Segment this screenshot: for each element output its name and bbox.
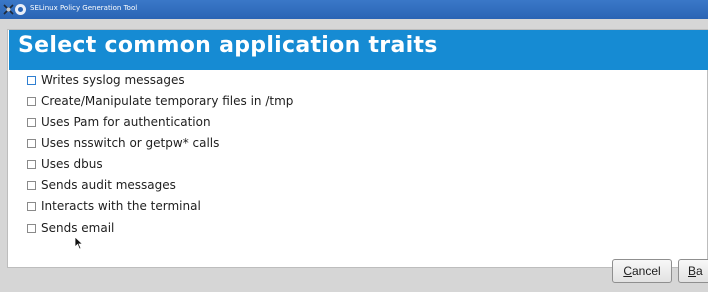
checkbox[interactable] — [27, 75, 36, 85]
trait-label: Create/Manipulate temporary files in /tm… — [41, 94, 294, 108]
checkbox[interactable] — [27, 138, 36, 148]
trait-audit-messages[interactable]: Sends audit messages — [27, 177, 176, 193]
window-title: SELinux Policy Generation Tool — [30, 4, 138, 12]
page-header: Select common application traits — [9, 30, 708, 70]
trait-terminal[interactable]: Interacts with the terminal — [27, 198, 201, 214]
checkbox[interactable] — [27, 96, 36, 106]
trait-temp-files[interactable]: Create/Manipulate temporary files in /tm… — [27, 93, 293, 109]
checkbox[interactable] — [27, 180, 36, 190]
trait-label: Sends email — [41, 221, 115, 235]
title-bar: SELinux Policy Generation Tool — [0, 0, 708, 19]
app-icon — [15, 4, 26, 15]
checkbox[interactable] — [27, 159, 36, 169]
trait-label: Sends audit messages — [41, 178, 176, 192]
back-button-label: Ba — [688, 264, 703, 278]
mouse-pointer-icon — [74, 236, 84, 250]
page-title: Select common application traits — [18, 33, 438, 58]
trait-label: Uses dbus — [41, 157, 103, 171]
trait-writes-syslog[interactable]: Writes syslog messages — [27, 72, 185, 88]
window-frame: Select common application traits Writes … — [0, 19, 708, 292]
trait-uses-pam[interactable]: Uses Pam for authentication — [27, 114, 211, 130]
trait-nsswitch[interactable]: Uses nsswitch or getpw* calls — [27, 135, 219, 151]
trait-uses-dbus[interactable]: Uses dbus — [27, 156, 103, 172]
trait-label: Writes syslog messages — [41, 73, 185, 87]
back-button[interactable]: Ba — [678, 259, 708, 283]
trait-label: Uses nsswitch or getpw* calls — [41, 136, 220, 150]
checkbox[interactable] — [27, 201, 36, 211]
trait-label: Uses Pam for authentication — [41, 115, 211, 129]
checkbox[interactable] — [27, 223, 36, 233]
checkbox[interactable] — [27, 117, 36, 127]
trait-sends-email[interactable]: Sends email — [27, 220, 114, 236]
trait-label: Interacts with the terminal — [41, 199, 201, 213]
cancel-button[interactable]: Cancel — [612, 259, 672, 283]
window-menu-icon[interactable] — [2, 3, 15, 16]
cancel-button-label: Cancel — [623, 264, 661, 278]
